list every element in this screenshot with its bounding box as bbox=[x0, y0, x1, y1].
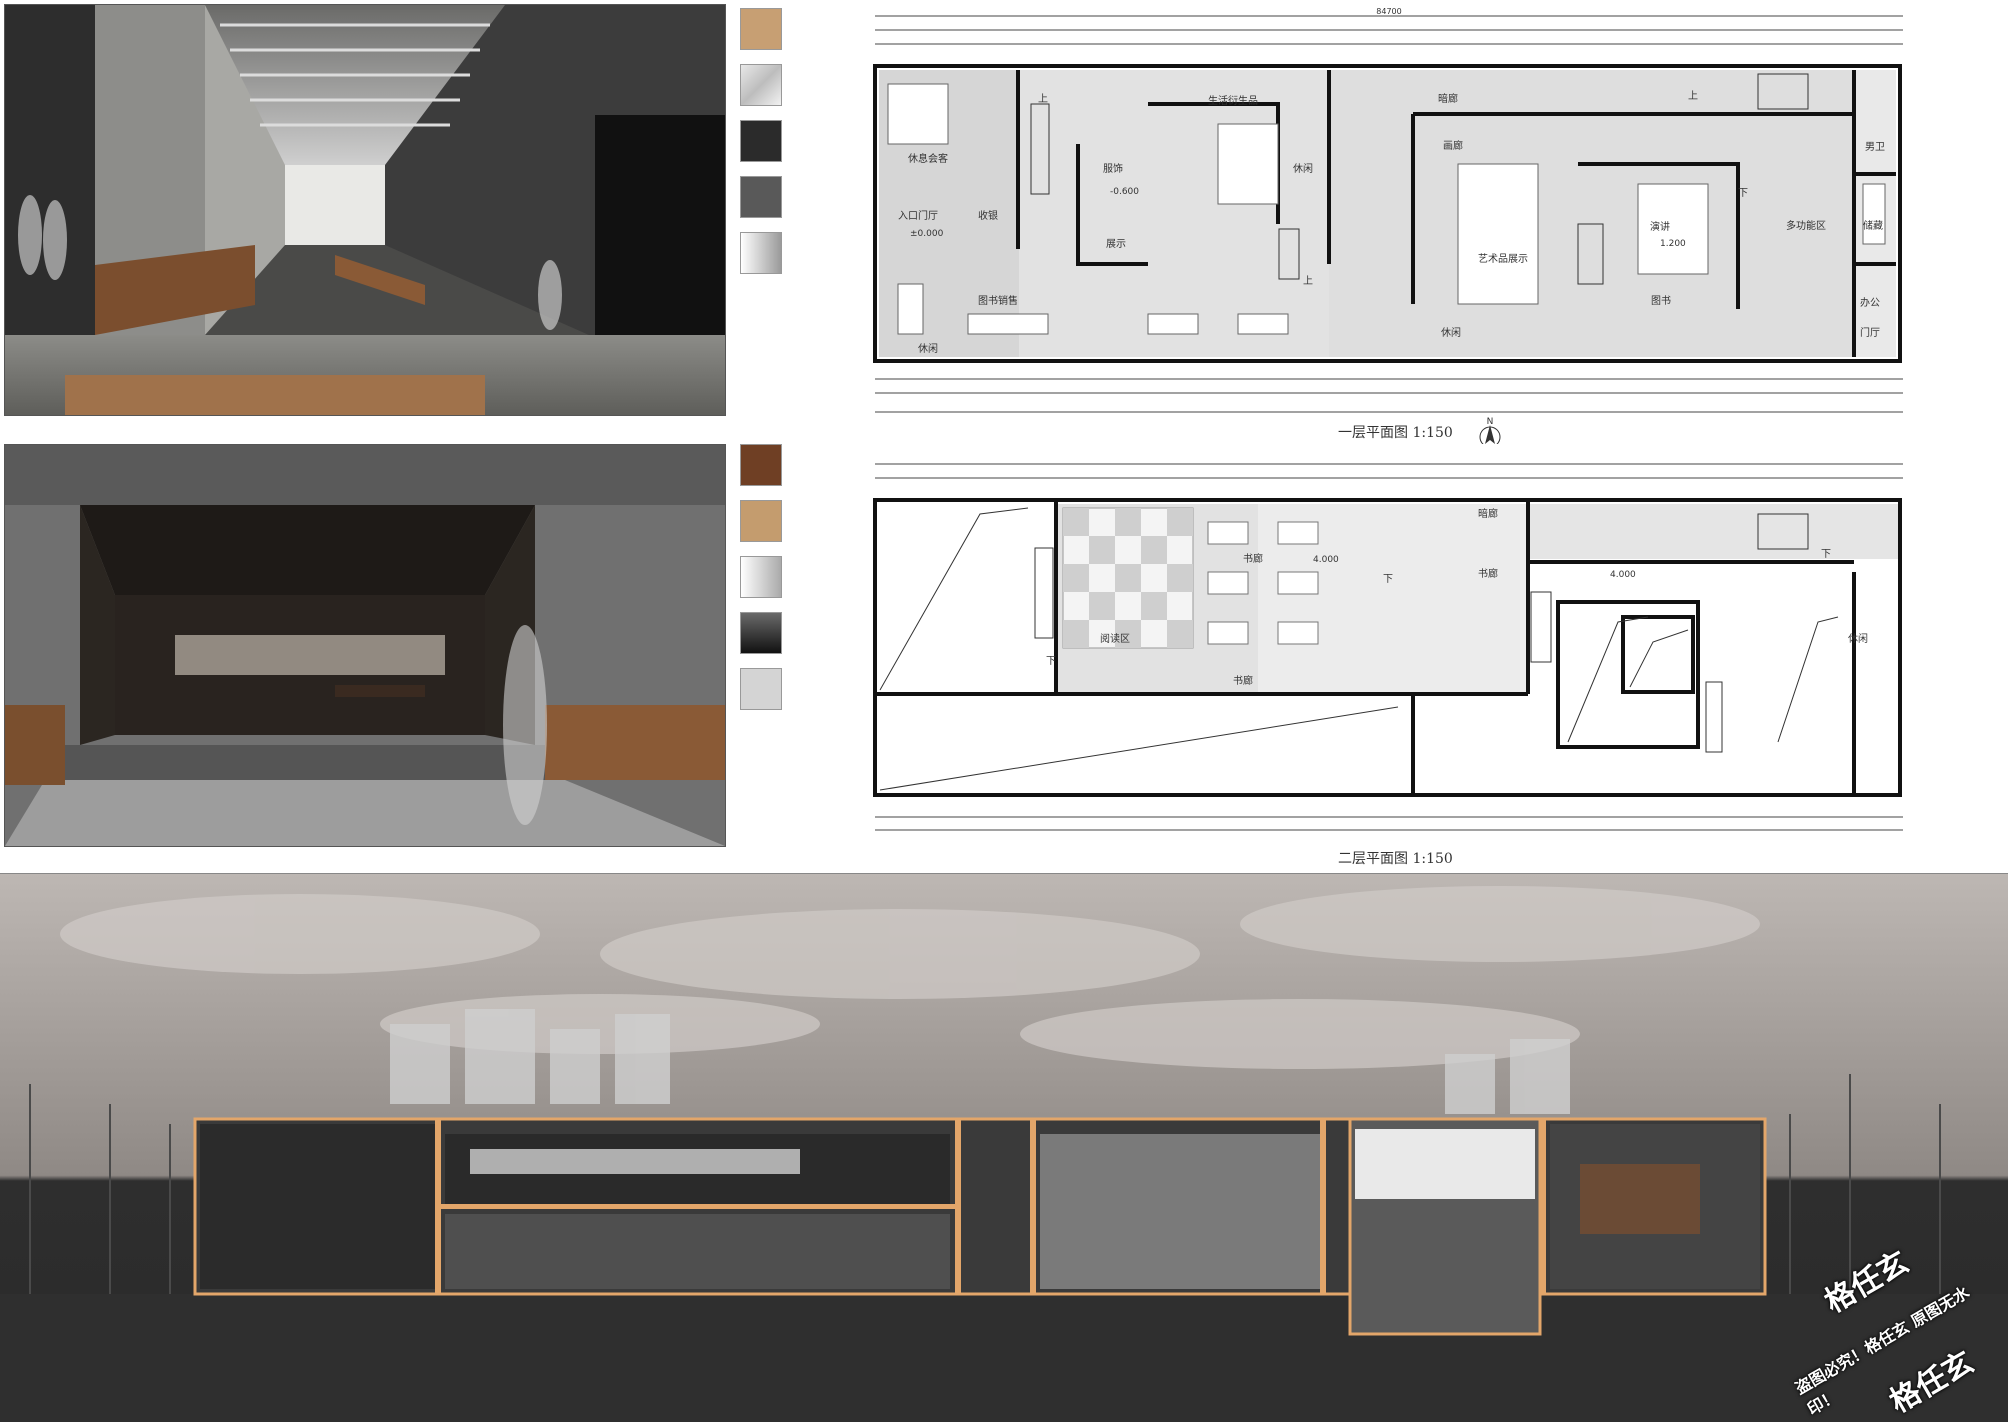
label-apparel-level: -0.600 bbox=[1110, 187, 1139, 197]
label-2f-reading: 阅读区 bbox=[1100, 632, 1130, 645]
swatch-dark-stone bbox=[740, 120, 782, 162]
label-dark-corridor: 暗廊 bbox=[1438, 92, 1458, 105]
label-up-c: 上 bbox=[1688, 90, 1698, 102]
label-entrance: 门厅 bbox=[1860, 326, 1880, 339]
label-gallery: 画廊 bbox=[1443, 139, 1463, 152]
swatch-white-gradient bbox=[740, 556, 782, 598]
swatch-dark-wood bbox=[740, 444, 782, 486]
label-art-display: 艺术品展示 bbox=[1478, 253, 1528, 265]
render-interior-corridor bbox=[4, 4, 726, 416]
label-2f-leisure: 休闲 bbox=[1848, 632, 1868, 645]
label-2f-books-c: 书廊 bbox=[1478, 567, 1498, 580]
north-label: N bbox=[1487, 417, 1494, 427]
section-illustration bbox=[0, 886, 2008, 1422]
label-lounge: 休息会客 bbox=[908, 152, 948, 165]
label-leisure-a: 休闲 bbox=[1293, 162, 1313, 175]
label-leisure-b: 休闲 bbox=[918, 342, 938, 355]
label-lobby: 入口门厅 bbox=[898, 209, 938, 222]
label-lecture-level: 1.200 bbox=[1660, 239, 1686, 249]
label-2f-level-a: 4.000 bbox=[1313, 555, 1339, 565]
label-2f-down-b: 下 bbox=[1383, 574, 1393, 585]
swatch-gradient-gray bbox=[740, 232, 782, 274]
swatch-black-gradient bbox=[740, 612, 782, 654]
label-lecture: 演讲 bbox=[1650, 220, 1670, 233]
label-2f-down-c: 下 bbox=[1821, 549, 1831, 560]
gallery-illustration bbox=[5, 445, 725, 846]
swatch-oak bbox=[740, 500, 782, 542]
label-leisure-c: 休闲 bbox=[1441, 326, 1461, 339]
label-2f-books-a: 书廊 bbox=[1243, 552, 1263, 565]
label-display: 展示 bbox=[1106, 238, 1126, 250]
swatch-light-wood bbox=[740, 8, 782, 50]
label-down-a: 下 bbox=[1738, 188, 1748, 199]
second-floor-plan: 暗廊 书廊 4.000 阅读区 书廊 书廊 4.000 休闲 下 下 下 bbox=[873, 463, 1903, 831]
swatch-light-marble bbox=[740, 668, 782, 710]
label-2f-books-b: 书廊 bbox=[1233, 674, 1253, 687]
first-floor-plan: 84700 休息会客 入口门厅 收银 ±0.000 服饰 -0.600 展示 生… bbox=[873, 7, 1903, 444]
label-books: 图书 bbox=[1651, 295, 1671, 307]
plan-1f-caption: 一层平面图 1:150 bbox=[1338, 425, 1453, 441]
label-apparel: 服饰 bbox=[1103, 162, 1123, 175]
label-book-sales: 图书销售 bbox=[978, 294, 1018, 307]
label-cashier: 收银 bbox=[978, 209, 998, 222]
label-multi: 多功能区 bbox=[1786, 219, 1826, 232]
swatch-gray-concrete bbox=[740, 176, 782, 218]
corridor-illustration bbox=[5, 5, 725, 415]
label-toilet: 男卫 bbox=[1865, 141, 1885, 153]
reading-area-pattern bbox=[1062, 507, 1194, 649]
label-2f-down-a: 下 bbox=[1046, 656, 1056, 667]
label-storage: 储藏 bbox=[1863, 219, 1883, 232]
label-entry-level: ±0.000 bbox=[910, 229, 944, 239]
swatch-marble bbox=[740, 64, 782, 106]
north-arrow-icon bbox=[1479, 425, 1501, 444]
label-2f-level-b: 4.000 bbox=[1610, 570, 1636, 580]
plan-2f-caption: 二层平面图 1:150 bbox=[1338, 851, 1453, 867]
label-up-b: 上 bbox=[1303, 275, 1313, 287]
label-goods: 生活衍生品 bbox=[1208, 94, 1258, 107]
label-up-a: 上 bbox=[1038, 93, 1048, 105]
overall-dimension: 84700 bbox=[1376, 7, 1401, 16]
label-office: 办公 bbox=[1860, 296, 1880, 309]
label-2f-dark-corridor: 暗廊 bbox=[1478, 507, 1498, 520]
building-section bbox=[0, 873, 2008, 1422]
render-gallery-entrance bbox=[4, 444, 726, 847]
